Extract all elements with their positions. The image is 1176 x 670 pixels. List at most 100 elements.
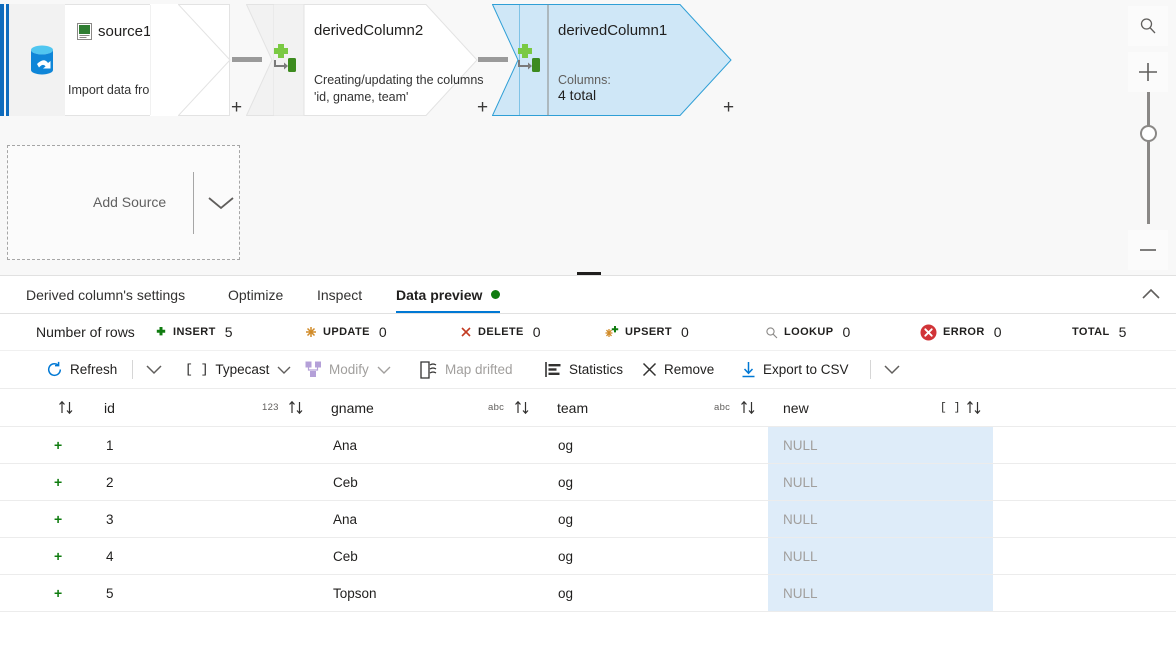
column-header-team[interactable]: team [557,389,588,426]
upsert-plus-icon [605,326,619,337]
remove-x-icon [642,362,657,377]
stat-update: UPDATE 0 [305,314,387,350]
add-after-source1-button[interactable]: + [231,98,242,117]
refresh-label: Refresh [70,362,118,377]
sort-icon [59,400,73,415]
toolbar-separator [132,360,133,379]
stat-key: DELETE [478,326,524,338]
typecast-caret-down-icon[interactable] [276,365,292,375]
table-row[interactable]: + 1 Ana og NULL [0,427,1176,464]
cell-team: og [558,548,574,564]
canvas-zoom-out-button[interactable] [1128,230,1168,270]
canvas-node-derivedcolumn2[interactable]: derivedColumn2 Creating/updating the col… [246,4,488,117]
data-flow-canvas[interactable]: source1 Import data from csv1 + derivedC… [0,0,1176,276]
typecast-button[interactable]: [ ] Typecast [185,351,292,388]
remove-button[interactable]: Remove [642,351,714,388]
sort-toggle-new[interactable] [740,389,756,426]
sort-icon [741,400,755,415]
tab-inspect[interactable]: Inspect [317,276,362,313]
column-header-id[interactable]: id [104,389,115,426]
tab-derived-columns-settings[interactable]: Derived column's settings [26,276,185,313]
stat-value: 5 [1118,324,1127,340]
table-row[interactable]: + 3 Ana og NULL [0,501,1176,538]
data-preview-table: id 123 gname abc team abc new [] + 1 An… [0,389,1176,612]
statistics-button[interactable]: Statistics [545,351,623,388]
add-after-derivedcolumn1-button[interactable]: + [723,98,734,117]
chevron-up-icon[interactable] [1140,285,1162,303]
typecast-label: Typecast [215,362,270,377]
derived-column-icon [518,44,540,72]
sort-icon [515,400,529,415]
row-insert-marker: + [54,585,63,601]
update-star-icon [306,327,316,337]
row-count-summary: Number of rows INSERT 5 UPDATE 0 DELETE … [0,314,1176,351]
sort-toggle-last[interactable] [966,389,982,426]
modify-icon [305,361,321,377]
sort-toggle-team[interactable] [514,389,530,426]
table-row[interactable]: + 2 Ceb og NULL [0,464,1176,501]
sort-toggle-gname[interactable] [288,389,304,426]
canvas-zoom-in-button[interactable] [1128,52,1168,92]
row-insert-marker: + [54,437,63,453]
cell-gname: Ana [333,437,358,453]
toolbar-separator [870,360,871,379]
row-insert-marker: + [54,548,63,564]
stat-upsert: UPSERT 0 [605,314,689,350]
canvas-zoom-slider-track[interactable] [1147,92,1150,224]
stat-key: TOTAL [1072,326,1110,338]
stat-key: LOOKUP [784,326,834,338]
table-row[interactable]: + 4 Ceb og NULL [0,538,1176,575]
remove-label: Remove [664,362,715,377]
stat-delete: DELETE 0 [460,314,541,350]
panel-resize-handle[interactable] [577,272,601,275]
column-header-gname[interactable]: gname [331,389,374,426]
cell-team: og [558,474,574,490]
modify-button[interactable]: Modify [305,351,392,388]
refresh-caret-down-icon[interactable] [145,364,163,375]
export-to-csv-button[interactable]: Export to CSV [741,351,849,388]
cell-new: NULL [783,585,818,601]
minus-icon [1140,249,1156,251]
stat-value: 0 [993,324,1002,340]
tab-optimize[interactable]: Optimize [228,276,283,313]
number-of-rows-label: Number of rows [36,324,135,340]
csv-file-icon [77,23,92,40]
refresh-button[interactable]: Refresh [46,351,117,388]
panel-tab-bar: Derived column's settings Optimize Inspe… [0,276,1176,314]
sort-icon [289,400,303,415]
canvas-node-source1[interactable]: source1 Import data from csv1 + [0,4,242,117]
stat-key: INSERT [173,326,216,338]
map-drifted-button[interactable]: Map drifted [420,351,513,388]
brackets-icon: [ ] [185,362,209,377]
table-header-row: id 123 gname abc team abc new [] [0,389,1176,427]
add-after-derivedcolumn2-button[interactable]: + [477,98,488,117]
column-header-new[interactable]: new [783,389,809,426]
sort-icon [967,400,981,415]
data-preview-toolbar: Refresh [ ] Typecast Modify Map drifted … [0,351,1176,389]
canvas-node-derivedcolumn1[interactable]: derivedColumn1 Columns: 4 total + [492,4,734,117]
canvas-zoom-toolbar[interactable] [1128,6,1168,275]
statistics-icon [545,362,561,377]
stat-insert: INSERT 5 [155,314,233,350]
delete-x-icon [461,327,471,337]
add-source-button[interactable]: Add Source [7,145,240,260]
table-row[interactable]: + 5 Topson og NULL [0,575,1176,612]
export-caret-down-icon[interactable] [883,364,901,375]
chevron-down-icon[interactable] [206,194,236,212]
canvas-search-button[interactable] [1128,6,1168,46]
canvas-zoom-slider-handle[interactable] [1140,125,1157,142]
statistics-label: Statistics [569,362,624,377]
modify-label: Modify [329,362,369,377]
bottom-panel: Derived column's settings Optimize Inspe… [0,276,1176,670]
cell-team: og [558,585,574,601]
node-title-derivedcolumn2: derivedColumn2 [314,22,424,39]
node-subtitle-derivedcolumn2-line2: 'id, gname, team' [314,90,409,104]
modify-caret-down-icon[interactable] [376,365,392,375]
tab-data-preview[interactable]: Data preview [396,276,501,313]
row-insert-marker: + [54,474,63,490]
stat-value: 0 [681,324,689,340]
tab-label: Data preview [396,286,483,303]
stat-value: 0 [842,324,851,340]
stat-value: 0 [378,324,387,340]
sort-toggle-id[interactable] [58,389,74,426]
